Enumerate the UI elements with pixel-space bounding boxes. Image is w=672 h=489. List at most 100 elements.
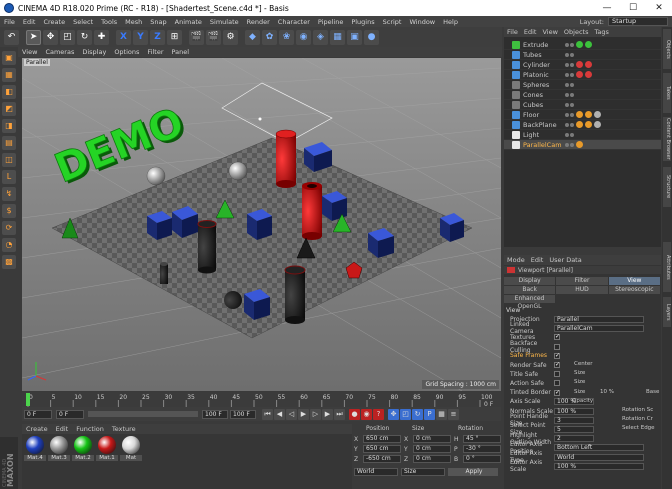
coord-rotation-field[interactable]: 0 ° <box>463 455 501 463</box>
menu-item-animate[interactable]: Animate <box>171 18 206 26</box>
cube-icon[interactable]: ◆ <box>245 29 260 45</box>
start-frame-field[interactable]: 0 F <box>24 409 52 419</box>
left-tool-icon[interactable]: ↯ <box>2 187 16 201</box>
scale-icon[interactable]: ◰ <box>60 29 75 45</box>
coord-position-field[interactable]: -650 cm <box>363 455 401 463</box>
object-tag-icon[interactable] <box>585 61 592 68</box>
viewport-menu-display[interactable]: Display <box>78 48 110 56</box>
param-key-icon[interactable]: P <box>424 408 435 420</box>
object-row-floor[interactable]: Floor <box>504 110 661 120</box>
object-tag-icon[interactable] <box>594 111 601 118</box>
coord-size-mode-dropdown[interactable]: Size <box>401 468 445 476</box>
frame-range-slider[interactable] <box>88 411 198 417</box>
viewport-menu-cameras[interactable]: Cameras <box>41 48 78 56</box>
end-frame-field[interactable]: 100 F <box>202 409 228 419</box>
material-menu-function[interactable]: Function <box>72 425 108 433</box>
material-swatch[interactable]: Mat.1 <box>96 436 118 461</box>
object-row-spheres[interactable]: Spheres <box>504 80 661 90</box>
right-tab-content-browser[interactable]: Content Browser <box>663 117 671 161</box>
object-tag-icon[interactable] <box>576 41 583 48</box>
attr-menu-mode[interactable]: Mode <box>504 256 528 264</box>
nurbs-icon[interactable]: ✿ <box>262 29 277 45</box>
menu-item-create[interactable]: Create <box>39 18 69 26</box>
object-row-cones[interactable]: Cones <box>504 90 661 100</box>
object-row-platonic[interactable]: Platonic <box>504 70 661 80</box>
right-tab-objects[interactable]: Objects <box>663 29 671 69</box>
coord-position-field[interactable]: 650 cm <box>363 445 401 453</box>
coord-position-field[interactable]: 650 cm <box>363 435 401 443</box>
tab-stereoscopic[interactable]: Stereoscopic <box>608 286 661 294</box>
menu-item-plugins[interactable]: Plugins <box>347 18 378 26</box>
object-row-cylinder[interactable]: Cylinder <box>504 60 661 70</box>
prev-key-icon[interactable]: ◀ <box>274 408 285 420</box>
attr-checkbox[interactable] <box>554 371 560 378</box>
menu-item-select[interactable]: Select <box>69 18 97 26</box>
coord-rotation-field[interactable]: -30 ° <box>463 445 501 453</box>
attr-field[interactable]: World <box>554 453 644 461</box>
object-tag-icon[interactable] <box>585 41 592 48</box>
attr-field[interactable]: 100 % <box>554 407 594 415</box>
right-tab-layers[interactable]: Layers <box>663 297 671 327</box>
object-menu-edit[interactable]: Edit <box>521 28 540 36</box>
attr-field[interactable]: ParallelCam <box>554 324 644 332</box>
autokey-icon[interactable]: ◉ <box>361 408 372 420</box>
object-row-tubes[interactable]: Tubes <box>504 50 661 60</box>
object-row-parallelcam[interactable]: ParallelCam <box>504 140 661 150</box>
render-picture-icon[interactable]: 🎬 <box>206 29 221 45</box>
attr-checkbox[interactable] <box>554 380 560 387</box>
x-axis-icon[interactable]: X <box>116 29 131 45</box>
menu-item-file[interactable]: File <box>0 18 19 26</box>
viewport-menu-filter[interactable]: Filter <box>143 48 167 56</box>
tab-enhanced-opengl[interactable]: Enhanced OpenGL <box>504 295 556 310</box>
left-tool-icon[interactable]: ◔ <box>2 238 16 252</box>
goto-start-icon[interactable]: ⏮ <box>262 408 273 420</box>
record-icon[interactable]: ● <box>349 408 360 420</box>
menu-item-mesh[interactable]: Mesh <box>121 18 146 26</box>
tab-display[interactable]: Display <box>504 277 557 285</box>
left-tool-icon[interactable]: L <box>2 170 16 184</box>
viewport-menu-options[interactable]: Options <box>110 48 143 56</box>
object-menu-file[interactable]: File <box>504 28 521 36</box>
attr-field[interactable]: 3 <box>554 416 594 424</box>
left-tool-icon[interactable]: ▤ <box>2 136 16 150</box>
material-menu-texture[interactable]: Texture <box>108 425 140 433</box>
scale-key-icon[interactable]: ◰ <box>400 408 411 420</box>
material-swatch[interactable]: Mat.4 <box>24 436 46 461</box>
pla-key-icon[interactable]: ▦ <box>436 408 447 420</box>
tab-hud[interactable]: HUD <box>556 286 609 294</box>
next-frame-icon[interactable]: ▷ <box>310 408 321 420</box>
coord-mode-dropdown[interactable]: World <box>354 468 398 476</box>
maximize-button[interactable]: ☐ <box>620 0 646 16</box>
object-row-light[interactable]: Light <box>504 130 661 140</box>
close-button[interactable]: ✕ <box>646 0 672 16</box>
left-tool-icon[interactable]: ◩ <box>2 102 16 116</box>
object-row-backplane[interactable]: BackPlane <box>504 120 661 130</box>
right-tab-structure[interactable]: Structure <box>663 167 671 207</box>
coord-size-field[interactable]: 0 cm <box>413 435 451 443</box>
left-tool-icon[interactable]: $ <box>2 204 16 218</box>
object-visibility-dots[interactable] <box>565 142 574 147</box>
render-view-icon[interactable]: 🎬 <box>189 29 204 45</box>
coord-size-field[interactable]: 0 cm <box>413 445 451 453</box>
next-key-icon[interactable]: ▶ <box>322 408 333 420</box>
rotation-key-icon[interactable]: ↻ <box>412 408 423 420</box>
coord-size-field[interactable]: 0 cm <box>413 455 451 463</box>
move-icon[interactable]: ✥ <box>43 29 58 45</box>
attr-checkbox[interactable]: ✓ <box>554 352 560 359</box>
left-tool-icon[interactable]: ⟳ <box>2 221 16 235</box>
attr-field[interactable]: Bottom Left <box>554 444 644 452</box>
spline-icon[interactable]: ❀ <box>279 29 294 45</box>
tab-filter[interactable]: Filter <box>556 277 609 285</box>
attr-field[interactable]: 100 % <box>554 462 644 470</box>
tab-back[interactable]: Back <box>504 286 557 294</box>
timeline-ruler[interactable]: 0 5 10 15 20 25 30 35 40 45 50 55 60 65 70 75 80 85 90 95 10… <box>22 392 501 408</box>
object-visibility-dots[interactable] <box>565 112 574 117</box>
live-select-icon[interactable]: ✚ <box>94 29 109 45</box>
object-menu-view[interactable]: View <box>539 28 560 36</box>
object-visibility-dots[interactable] <box>565 92 574 97</box>
rotate-icon[interactable]: ↻ <box>77 29 92 45</box>
subdivision-icon[interactable]: ◉ <box>296 29 311 45</box>
object-menu-objects[interactable]: Objects <box>561 28 592 36</box>
object-visibility-dots[interactable] <box>565 62 574 67</box>
material-swatch[interactable]: Mat <box>120 436 142 461</box>
